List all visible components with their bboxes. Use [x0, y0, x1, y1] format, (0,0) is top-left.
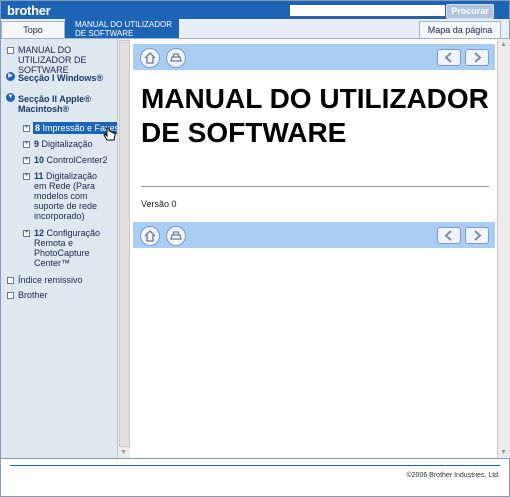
- print-button[interactable]: [166, 48, 186, 68]
- scroll-up-icon[interactable]: ▲: [500, 41, 507, 48]
- hand-cursor-icon: [103, 127, 116, 141]
- expand-plus-icon[interactable]: +: [23, 141, 30, 148]
- next-page-button[interactable]: [465, 49, 489, 66]
- sidebar-scrollbar[interactable]: ▼: [117, 39, 130, 458]
- title-divider: [141, 186, 489, 187]
- expand-plus-icon[interactable]: +: [23, 230, 30, 237]
- sidebar-item-digitalizacao-em-rede[interactable]: 11 Digitalização em Rede (Para modelos c…: [34, 171, 112, 221]
- home-icon: [144, 230, 156, 242]
- document-title: MANUAL DO UTILIZADOR DE SOFTWARE: [141, 83, 489, 148]
- sidebar-item-indice-remissivo[interactable]: Índice remissivo: [18, 275, 83, 285]
- printer-icon: [170, 53, 182, 62]
- content-scrollbar[interactable]: ▲ ▼: [497, 39, 510, 458]
- arrow-right-icon: [474, 52, 482, 63]
- arrow-right-icon: [474, 230, 482, 241]
- search-input[interactable]: [289, 4, 446, 17]
- tab-manual[interactable]: MANUAL DO UTILIZADOR DE SOFTWARE: [65, 19, 179, 38]
- chapter-number: 11: [34, 171, 44, 181]
- sidebar-item-configuracao-remota[interactable]: 12 Configuração Remota e PhotoCapture Ce…: [34, 228, 106, 268]
- collapse-arrow-icon[interactable]: ▼: [6, 93, 15, 102]
- scroll-down-icon[interactable]: ▼: [120, 449, 127, 456]
- previous-page-button[interactable]: [437, 227, 461, 244]
- sidebar-item-brother[interactable]: Brother: [18, 290, 48, 300]
- chapter-number: 9: [34, 139, 40, 149]
- scroll-down-icon[interactable]: ▼: [500, 449, 507, 456]
- expand-plus-icon[interactable]: +: [23, 125, 30, 132]
- tab-manual-line1: MANUAL DO UTILIZADOR: [75, 20, 173, 29]
- home-icon: [144, 52, 156, 64]
- home-button[interactable]: [140, 226, 160, 246]
- chapter-number: 12: [34, 228, 45, 238]
- chapter-label: Digitalização em Rede (Para modelos com …: [34, 171, 98, 221]
- chapter-number: 8: [35, 123, 41, 133]
- sidebar-item-seccao-windows[interactable]: Secção I Windows®: [18, 73, 103, 83]
- chapter-label: Configuração Remota e PhotoCapture Cente…: [34, 228, 101, 268]
- chapter-number: 10: [34, 155, 45, 165]
- sidebar-item-manual[interactable]: MANUAL DO UTILIZADOR DE SOFTWARE: [18, 45, 116, 75]
- page-icon: [7, 47, 14, 54]
- tab-row: Topo MANUAL DO UTILIZADOR DE SOFTWARE Ma…: [1, 19, 509, 39]
- content-nav-bar-top: [133, 44, 495, 70]
- sidebar-item-seccao-macintosh[interactable]: Secção II Apple® Macintosh®: [18, 94, 106, 114]
- version-label: Versão 0: [141, 199, 177, 209]
- next-page-button[interactable]: [465, 227, 489, 244]
- tab-mapa-da-pagina[interactable]: Mapa da página: [419, 21, 501, 38]
- expand-plus-icon[interactable]: +: [23, 157, 30, 164]
- brother-logo[interactable]: brother: [7, 3, 51, 18]
- page-icon: [7, 277, 14, 284]
- sidebar-item-controlcenter2[interactable]: 10 ControlCenter2: [34, 155, 108, 165]
- search-button[interactable]: Procurar: [446, 4, 494, 19]
- expand-plus-icon[interactable]: +: [23, 173, 30, 180]
- arrow-left-icon: [444, 52, 452, 63]
- page-icon: [7, 292, 14, 299]
- search-button-label: Procurar: [451, 6, 489, 16]
- printer-icon: [170, 231, 182, 240]
- arrow-left-icon: [444, 230, 452, 241]
- copyright-text: ©2006 Brother Industries, Ltd.: [406, 472, 501, 479]
- chapter-label: ControlCenter2: [46, 155, 108, 165]
- footer-divider: [10, 465, 500, 466]
- tab-manual-line2: DE SOFTWARE: [75, 29, 134, 38]
- sidebar-scroll-thumb[interactable]: [119, 40, 130, 447]
- expand-arrow-icon[interactable]: ▶: [6, 72, 15, 81]
- footer-border: [1, 458, 509, 459]
- previous-page-button[interactable]: [437, 49, 461, 66]
- print-button[interactable]: [166, 226, 186, 246]
- content-nav-bar-bottom: [133, 222, 495, 248]
- home-button[interactable]: [140, 48, 160, 68]
- sidebar-item-digitalizacao[interactable]: 9 Digitalização: [34, 139, 93, 149]
- tab-topo[interactable]: Topo: [1, 21, 65, 38]
- chapter-label: Digitalização: [41, 139, 93, 149]
